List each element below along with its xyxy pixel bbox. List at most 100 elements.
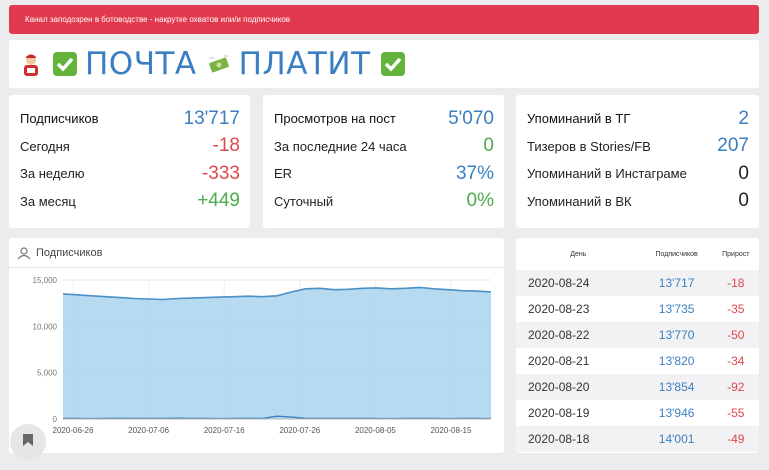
postman-emoji-icon — [17, 50, 45, 78]
mentions-stats-card: Упоминаний в ТГ 2 Тизеров в Stories/FB 2… — [516, 95, 759, 228]
y-tick-label: 5,000 — [37, 369, 58, 378]
check-mark-icon — [51, 50, 79, 78]
y-tick-label: 15,000 — [33, 276, 58, 285]
row-subs: 13'854 — [640, 374, 713, 400]
stat-row-teasers: Тизеров в Stories/FB 207 — [527, 133, 749, 161]
daily-table-card: День Подписчиков Прирост 2020-08-24 13'7… — [516, 238, 759, 453]
stat-value: 2 — [738, 107, 749, 129]
subscribers-stats-card: Подписчиков 13'717 Сегодня -18 За неделю… — [9, 95, 250, 228]
stat-row-subscribers: Подписчиков 13'717 — [20, 105, 240, 133]
stat-label: Подписчиков — [20, 111, 99, 127]
row-date: 2020-08-22 — [516, 322, 641, 348]
row-growth: -49 — [712, 426, 759, 452]
x-tick-label: 2020-07-16 — [204, 426, 245, 435]
stat-value: 0% — [466, 190, 494, 212]
chart-title: Подписчиков — [36, 246, 103, 259]
stat-value: 0 — [738, 162, 749, 184]
y-tick-label: 10,000 — [33, 322, 58, 331]
table-row: 2020-08-23 13'735 -35 — [516, 296, 759, 322]
row-subs: 13'735 — [658, 302, 695, 316]
row-date: 2020-08-20 — [516, 374, 641, 400]
row-growth: -55 — [727, 406, 745, 420]
row-subs: 13'717 — [640, 270, 713, 296]
flying-money-icon — [205, 50, 233, 78]
stat-row-instagram: Упоминаний в Инстаграме 0 — [527, 160, 749, 188]
bot-warning-alert: Канал заподозрен в ботоводстве - накрутк… — [9, 5, 759, 34]
row-date: 2020-08-21 — [528, 354, 590, 368]
row-subs: 14'001 — [640, 426, 713, 452]
stat-value: 13'717 — [183, 107, 240, 129]
stat-value: 5'070 — [448, 107, 494, 129]
stat-value: +449 — [197, 190, 240, 212]
bookmark-button[interactable] — [10, 424, 46, 460]
stat-label: За неделю — [20, 166, 85, 182]
row-subs: 13'820 — [658, 354, 695, 368]
table-row: 2020-08-24 13'717 -18 — [516, 270, 759, 296]
subscribers-area-chart[interactable]: 0 5,000 10,000 15,000 2020-06-26 2020-07-06 20… — [9, 268, 504, 453]
series-area — [63, 287, 491, 419]
stat-row-views-per-post: Просмотров на пост 5'070 — [274, 105, 494, 133]
row-date: 2020-08-19 — [528, 406, 590, 420]
row-subs: 13'770 — [640, 322, 713, 348]
row-growth: -34 — [727, 354, 745, 368]
stat-row-tg-mentions: Упоминаний в ТГ 2 — [527, 105, 749, 133]
title-word-pochta: ПОЧТА — [85, 46, 197, 82]
stat-row-daily: Суточный 0% — [274, 188, 494, 216]
stat-label: ER — [274, 166, 293, 182]
row-growth: -18 — [712, 270, 759, 296]
x-tick-label: 2020-08-05 — [355, 426, 396, 435]
stat-label: Суточный — [274, 193, 334, 209]
stat-row-today: Сегодня -18 — [20, 133, 240, 161]
stat-row-month: За месяц +449 — [20, 188, 240, 216]
stat-label: Тизеров в Stories/FB — [527, 138, 651, 154]
row-growth: -35 — [727, 302, 745, 316]
table-header-row: День Подписчиков Прирост — [516, 238, 759, 270]
row-date: 2020-08-18 — [516, 426, 641, 452]
chart-header: Подписчиков — [9, 238, 504, 268]
row-subs: 13'946 — [658, 406, 695, 420]
check-mark-icon-2 — [379, 50, 407, 78]
table-row: 2020-08-22 13'770 -50 — [516, 322, 759, 348]
stat-label: Упоминаний в ТГ — [527, 111, 631, 127]
stat-label: За последние 24 часа — [274, 138, 407, 154]
stat-value: -18 — [212, 135, 240, 157]
stat-value: 37% — [455, 162, 494, 184]
views-stats-card: Просмотров на пост 5'070 За последние 24… — [263, 95, 504, 228]
stat-row-last-24h: За последние 24 часа 0 — [274, 133, 494, 161]
stat-value: 0 — [738, 190, 749, 212]
stat-value: -333 — [201, 162, 240, 184]
stat-value: 207 — [717, 135, 749, 157]
alert-text: Канал заподозрен в ботоводстве - накрутк… — [25, 15, 291, 24]
row-date: 2020-08-23 — [528, 302, 590, 316]
stat-label: Упоминаний в Инстаграме — [527, 166, 687, 182]
stat-label: За месяц — [20, 193, 76, 209]
table-row: 2020-08-21 13'820 -34 — [516, 348, 759, 374]
subscribers-chart-card: Подписчиков 0 5,000 10,000 15,000 2020-06-26… — [9, 238, 504, 453]
stat-value: 0 — [483, 135, 494, 157]
y-tick-label: 0 — [53, 415, 58, 424]
column-header-subscribers: Подписчиков — [655, 250, 698, 258]
bookmark-icon — [22, 433, 34, 452]
column-header-growth: Прирост — [722, 250, 750, 258]
table-row: 2020-08-18 14'001 -49 — [516, 426, 759, 452]
channel-title-bar: ПОЧТА ПЛАТИТ — [9, 40, 759, 88]
daily-subscribers-table: День Подписчиков Прирост 2020-08-24 13'7… — [516, 238, 759, 452]
stat-row-er: ER 37% — [274, 160, 494, 188]
stat-label: Упоминаний в ВК — [527, 193, 632, 209]
stat-row-week: За неделю -333 — [20, 160, 240, 188]
row-growth: -92 — [712, 374, 759, 400]
title-word-platit: ПЛАТИТ — [238, 46, 371, 82]
users-icon — [17, 246, 31, 260]
stat-row-vk: Упоминаний в ВК 0 — [527, 188, 749, 216]
row-date: 2020-08-24 — [516, 270, 641, 296]
x-tick-label: 2020-08-15 — [431, 426, 472, 435]
stat-label: Просмотров на пост — [274, 111, 396, 127]
stat-label: Сегодня — [20, 138, 70, 154]
x-tick-label: 2020-07-26 — [279, 426, 320, 435]
x-tick-label: 2020-07-06 — [128, 426, 169, 435]
x-tick-label: 2020-06-26 — [53, 426, 94, 435]
row-growth: -50 — [712, 322, 759, 348]
table-row: 2020-08-19 13'946 -55 — [516, 400, 759, 426]
table-row: 2020-08-20 13'854 -92 — [516, 374, 759, 400]
column-header-day: День — [570, 250, 587, 258]
